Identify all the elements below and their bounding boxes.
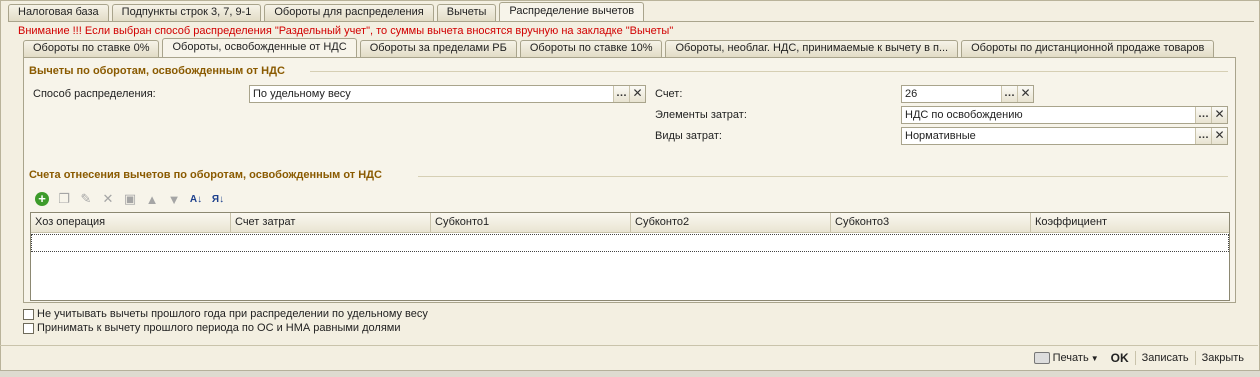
delete-icon[interactable]: ✕ — [99, 190, 117, 208]
edit-icon[interactable]: ✎ — [77, 190, 95, 208]
section-divider-2 — [418, 176, 1228, 177]
method-label: Способ распределения: — [33, 88, 156, 100]
subtab-rate-0[interactable]: Обороты по ставке 0% — [23, 40, 160, 57]
section-title-accounts: Счета отнесения вычетов по оборотам, осв… — [29, 169, 382, 181]
tabs-divider — [8, 21, 1254, 22]
add-icon[interactable]: + — [33, 190, 51, 208]
cost-types-clear-button[interactable]: ✕ — [1211, 128, 1227, 144]
footer-bar: Печать ▼ OK Записать Закрыть — [1028, 351, 1250, 365]
cost-types-label: Виды затрат: — [655, 130, 722, 142]
column-header[interactable]: Счет затрат — [231, 213, 431, 232]
subtab-outside-rb[interactable]: Обороты за пределами РБ — [359, 40, 517, 57]
tab-deductions[interactable]: Вычеты — [436, 4, 497, 21]
main-tabs: Налоговая база Подпункты строк 3, 7, 9-1… — [8, 2, 647, 21]
subtab-non-taxable[interactable]: Обороты, необлаг. НДС, принимаемые к выч… — [665, 40, 959, 57]
checkbox-equal-shares[interactable]: Принимать к вычету прошлого периода по О… — [23, 322, 400, 334]
account-value: 26 — [905, 88, 918, 100]
footer-divider — [0, 345, 1258, 346]
checkbox-box[interactable] — [23, 322, 34, 334]
cost-types-field[interactable]: Нормативные … ✕ — [901, 127, 1228, 145]
print-button[interactable]: Печать ▼ — [1028, 352, 1105, 365]
save-icon[interactable]: ▣ — [121, 190, 139, 208]
accounts-table[interactable]: Хоз операция Счет затрат Субконто1 Субко… — [30, 212, 1230, 301]
column-header[interactable]: Хоз операция — [31, 213, 231, 232]
column-header[interactable]: Коэффициент — [1031, 213, 1229, 232]
tab-tax-base[interactable]: Налоговая база — [8, 4, 109, 21]
tab-turnover-distribution[interactable]: Обороты для распределения — [264, 4, 434, 21]
cost-types-value: Нормативные — [905, 130, 976, 142]
cost-elements-label: Элементы затрат: — [655, 109, 747, 121]
cost-elements-select-button[interactable]: … — [1195, 107, 1211, 123]
cost-types-select-button[interactable]: … — [1195, 128, 1211, 144]
subtab-rate-10[interactable]: Обороты по ставке 10% — [519, 40, 663, 57]
column-header[interactable]: Субконто3 — [831, 213, 1031, 232]
checkbox-label: Не учитывать вычеты прошлого года при ра… — [37, 308, 428, 320]
table-row[interactable] — [31, 234, 1229, 252]
method-value: По удельному весу — [253, 88, 351, 100]
tab-subclauses[interactable]: Подпункты строк 3, 7, 9-1 — [111, 4, 262, 21]
save-button[interactable]: Записать — [1136, 352, 1195, 364]
subtab-exempt[interactable]: Обороты, освобожденные от НДС — [162, 38, 357, 57]
account-field[interactable]: 26 … ✕ — [901, 85, 1034, 103]
move-up-icon[interactable]: ▲ — [143, 190, 161, 208]
move-down-icon[interactable]: ▼ — [165, 190, 183, 208]
cost-elements-value: НДС по освобождению — [905, 109, 1023, 121]
sub-tabs: Обороты по ставке 0% Обороты, освобожден… — [23, 38, 1217, 57]
account-label: Счет: — [655, 88, 683, 100]
table-toolbar: + ❐ ✎ ✕ ▣ ▲ ▼ А↓ Я↓ — [33, 190, 227, 208]
copy-icon[interactable]: ❐ — [55, 190, 73, 208]
method-select-button[interactable]: … — [613, 86, 629, 102]
ok-button[interactable]: OK — [1105, 351, 1135, 365]
section-divider — [310, 71, 1228, 72]
account-clear-button[interactable]: ✕ — [1017, 86, 1033, 102]
checkbox-box[interactable] — [23, 308, 34, 320]
table-header: Хоз операция Счет затрат Субконто1 Субко… — [31, 213, 1229, 233]
sort-desc-icon[interactable]: Я↓ — [209, 190, 227, 208]
method-field[interactable]: По удельному весу … ✕ — [249, 85, 646, 103]
checkbox-label: Принимать к вычету прошлого периода по О… — [37, 322, 401, 334]
cost-elements-clear-button[interactable]: ✕ — [1211, 107, 1227, 123]
warning-message: Внимание !!! Если выбран способ распреде… — [18, 25, 674, 37]
chevron-down-icon: ▼ — [1090, 353, 1099, 363]
tab-deduction-distribution[interactable]: Распределение вычетов — [499, 2, 645, 21]
method-clear-button[interactable]: ✕ — [629, 86, 645, 102]
column-header[interactable]: Субконто2 — [631, 213, 831, 232]
close-button[interactable]: Закрыть — [1196, 352, 1250, 364]
section-title-deductions: Вычеты по оборотам, освобожденным от НДС — [29, 65, 285, 77]
cost-elements-field[interactable]: НДС по освобождению … ✕ — [901, 106, 1228, 124]
subtab-distance-sales[interactable]: Обороты по дистанционной продаже товаров — [961, 40, 1215, 57]
printer-icon — [1033, 352, 1050, 365]
sort-asc-icon[interactable]: А↓ — [187, 190, 205, 208]
column-header[interactable]: Субконто1 — [431, 213, 631, 232]
checkbox-ignore-prior-year[interactable]: Не учитывать вычеты прошлого года при ра… — [23, 308, 428, 320]
account-select-button[interactable]: … — [1001, 86, 1017, 102]
